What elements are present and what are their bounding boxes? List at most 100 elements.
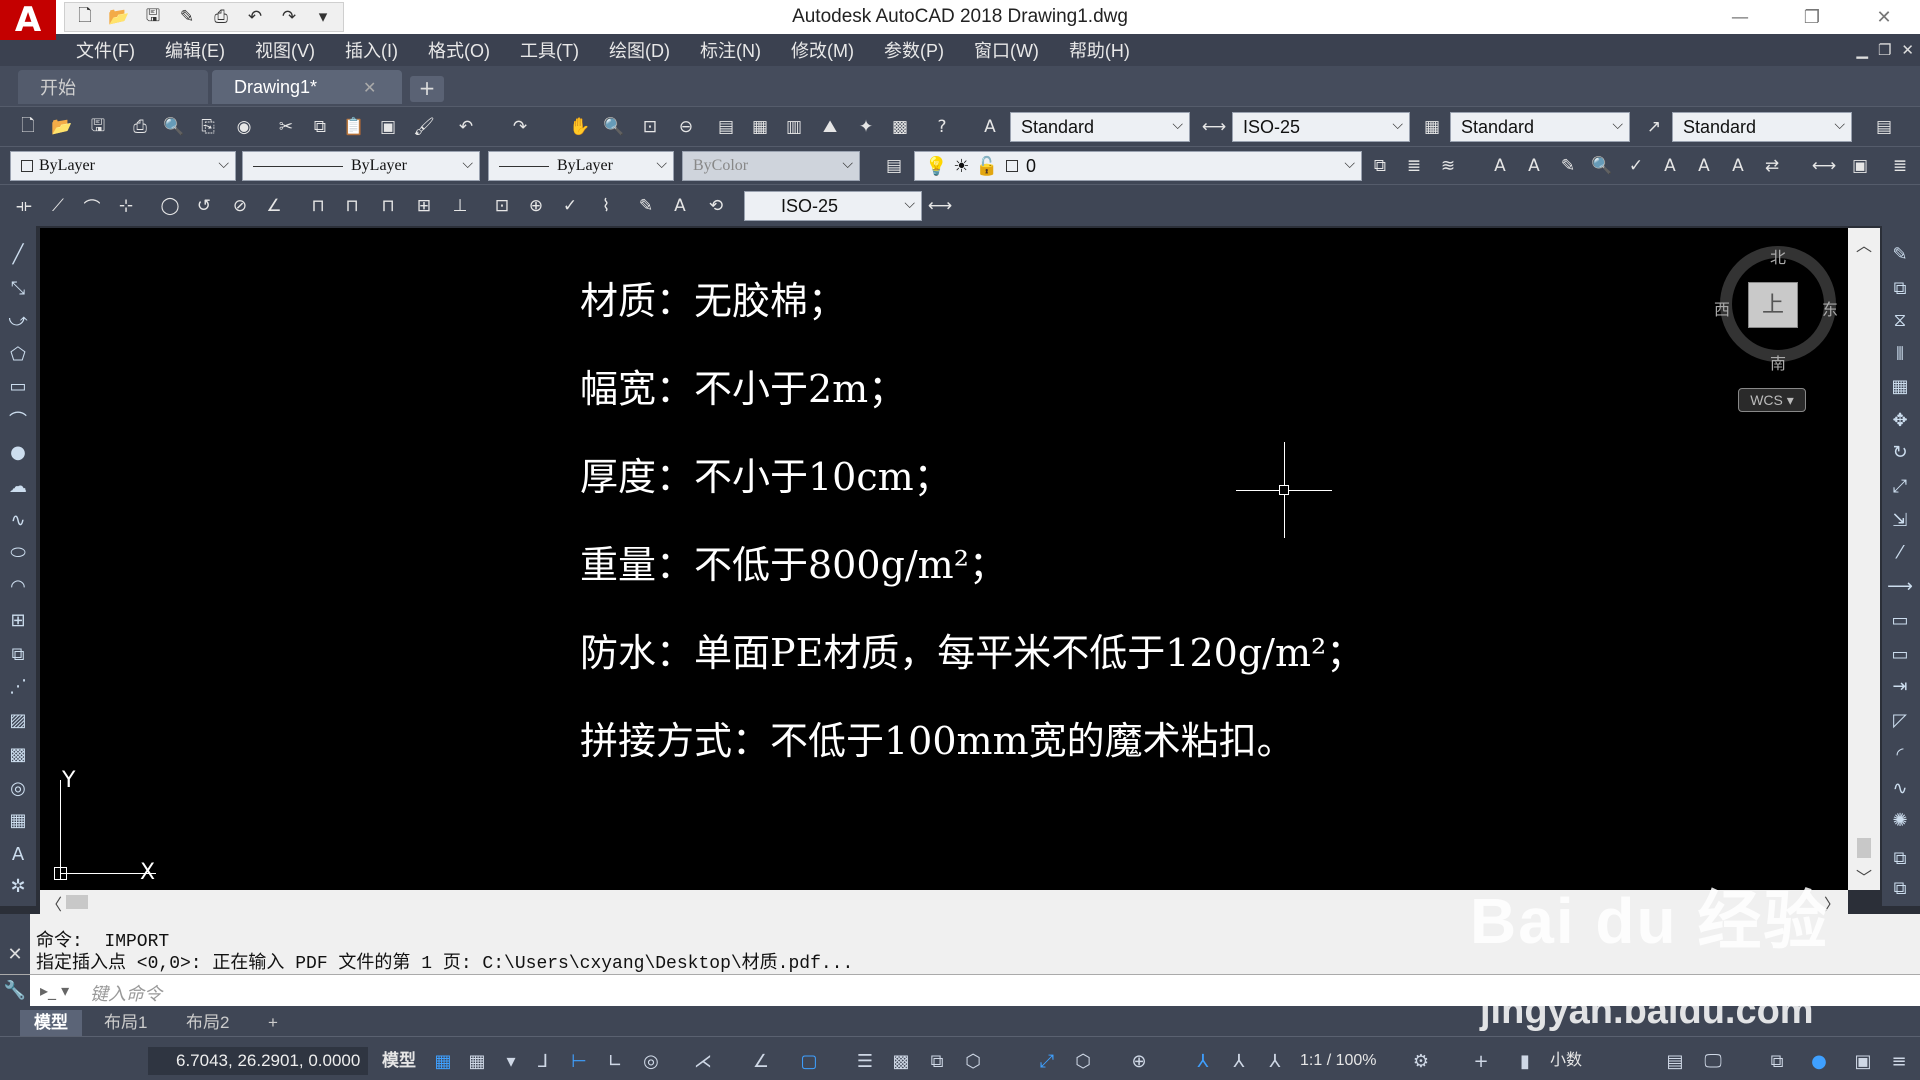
layer-properties-icon[interactable]: ▤: [880, 152, 908, 180]
draw-order-icon[interactable]: ⧉: [1886, 844, 1914, 872]
center-mark-icon[interactable]: ⊕: [522, 192, 550, 220]
pan-icon[interactable]: ✋: [566, 113, 594, 141]
new-tab-button[interactable]: +: [410, 76, 444, 102]
tool-palettes-icon[interactable]: ▥: [780, 113, 808, 141]
radius-dim-icon[interactable]: ◯: [156, 192, 184, 220]
lineweight-icon[interactable]: ☰: [852, 1049, 878, 1075]
close-command-line-icon[interactable]: ✕: [0, 914, 30, 974]
object-snap-tracking-icon[interactable]: ∠: [748, 1049, 774, 1075]
dim-edit-icon[interactable]: ✎: [632, 192, 660, 220]
table-style-select[interactable]: Standard ⌵: [1450, 112, 1630, 142]
text-icon[interactable]: A: [1486, 152, 1514, 180]
mirror-icon[interactable]: ⧖: [1886, 306, 1914, 334]
drawing-text-line[interactable]: 厚度：不小于10cm；: [580, 446, 952, 501]
diameter-dim-icon[interactable]: ⊘: [226, 192, 254, 220]
spell-check-icon[interactable]: ✓: [1622, 152, 1650, 180]
block-icon[interactable]: ▣: [1846, 152, 1874, 180]
design-center-icon[interactable]: ▦: [746, 113, 774, 141]
ellipse-arc-icon[interactable]: ◠: [4, 572, 32, 600]
menu-edit[interactable]: 编辑(E): [165, 37, 225, 63]
cut-icon[interactable]: ✂: [272, 113, 300, 141]
hardware-acceleration-icon[interactable]: ●: [1806, 1049, 1832, 1075]
vertical-scrollbar[interactable]: ︿ ﹀: [1848, 228, 1880, 890]
menu-view[interactable]: 视图(V): [255, 37, 315, 63]
continue-dim-icon[interactable]: ⊓: [374, 192, 402, 220]
scroll-down-icon[interactable]: ﹀: [1856, 864, 1872, 888]
doc-restore-icon[interactable]: ❐: [1878, 41, 1891, 59]
viewcube-top-face[interactable]: 上: [1748, 282, 1798, 328]
drawing-text-line[interactable]: 重量：不低于800g/m²；: [580, 534, 1007, 589]
scale-text-icon[interactable]: A: [1690, 152, 1718, 180]
jogged-linear-icon[interactable]: ⌇: [592, 192, 620, 220]
gizmo-icon[interactable]: ⊕: [1126, 1049, 1152, 1075]
dynamic-input-icon[interactable]: ⊢: [566, 1049, 592, 1075]
menu-dimension[interactable]: 标注(N): [700, 37, 761, 63]
menu-format[interactable]: 格式(O): [428, 37, 490, 63]
table-style-icon[interactable]: ▦: [1418, 113, 1446, 141]
inspection-icon[interactable]: ✓: [556, 192, 584, 220]
add-selected-icon[interactable]: ✲: [4, 872, 32, 900]
layer-tools-icon[interactable]: ≣: [1886, 152, 1914, 180]
erase-icon[interactable]: ✎: [1886, 240, 1914, 268]
menu-file[interactable]: 文件(F): [76, 37, 135, 63]
save-icon[interactable]: 🖫: [84, 113, 112, 141]
selection-filter-icon[interactable]: ⬡: [1070, 1049, 1096, 1075]
paste-block-icon[interactable]: ▣: [374, 113, 402, 141]
menu-draw[interactable]: 绘图(D): [609, 37, 670, 63]
gradient-icon[interactable]: ▩: [4, 740, 32, 768]
dim-style-icon[interactable]: ⟷: [1200, 113, 1228, 141]
mtext-icon[interactable]: A: [4, 840, 32, 868]
ortho-icon[interactable]: ∟: [602, 1049, 628, 1075]
multileader-style-icon[interactable]: ↗: [1640, 113, 1668, 141]
text-style-edit-icon[interactable]: A: [1656, 152, 1684, 180]
hatch-icon[interactable]: ▨: [4, 706, 32, 734]
help-icon[interactable]: ?: [928, 113, 956, 141]
table-icon[interactable]: ▦: [4, 806, 32, 834]
menu-tools[interactable]: 工具(T): [520, 37, 579, 63]
drawing-text-line[interactable]: 材质：无胶棉；: [580, 270, 846, 325]
region-icon[interactable]: ◎: [4, 774, 32, 802]
text-style-icon[interactable]: A: [976, 113, 1004, 141]
dim-update-icon[interactable]: ⟲: [702, 192, 730, 220]
compass-west-label[interactable]: 西: [1714, 296, 1730, 320]
dim-break-icon[interactable]: ⊥: [446, 192, 474, 220]
tab-close-icon[interactable]: ✕: [363, 78, 376, 97]
make-block-icon[interactable]: ⧉: [4, 640, 32, 668]
break-at-point-icon[interactable]: ▭: [1886, 606, 1914, 634]
annotation-monitor-icon[interactable]: +: [1468, 1049, 1494, 1075]
measure-icon[interactable]: ⟷: [1810, 152, 1838, 180]
isodraft-icon[interactable]: ⋌: [690, 1049, 716, 1075]
arc-icon[interactable]: ⌒: [4, 406, 32, 434]
redo-icon[interactable]: ↷: [506, 113, 534, 141]
new-icon[interactable]: 🗋: [14, 113, 42, 141]
dim-space-icon[interactable]: ⊞: [410, 192, 438, 220]
dim-style-select[interactable]: ISO-25 ⌵: [1232, 112, 1410, 142]
compass-east-label[interactable]: 东: [1822, 296, 1838, 320]
color-select[interactable]: ByLayer ⌵: [10, 151, 236, 181]
grid-icon[interactable]: ▦: [430, 1049, 456, 1075]
tab-model[interactable]: 模型: [20, 1010, 82, 1036]
coordinates-readout[interactable]: 6.7043, 26.2901, 0.0000: [148, 1047, 368, 1075]
tab-layout1[interactable]: 布局1: [90, 1010, 161, 1036]
dim-style-manager-icon[interactable]: ⟷: [926, 192, 954, 220]
lock-ui-icon[interactable]: 🖵: [1700, 1049, 1726, 1075]
blend-curves-icon[interactable]: ∿: [1886, 774, 1914, 802]
zoom-window-icon[interactable]: ⊡: [636, 113, 664, 141]
annotation-scale-icon[interactable]: ⅄: [1262, 1049, 1288, 1075]
workspace-icon[interactable]: ▤: [1870, 113, 1898, 141]
move-icon[interactable]: ✥: [1886, 406, 1914, 434]
publish-icon[interactable]: ⎘: [194, 113, 222, 141]
tab-drawing1[interactable]: Drawing1* ✕: [212, 70, 402, 104]
model-space-button[interactable]: 模型: [382, 1047, 416, 1075]
copy-object-icon[interactable]: ⧉: [1886, 274, 1914, 302]
plot-icon[interactable]: ⎙: [126, 113, 154, 141]
open-icon[interactable]: 📂: [48, 113, 76, 141]
sheet-set-icon[interactable]: ⛰: [816, 113, 844, 141]
properties-icon[interactable]: ▤: [712, 113, 740, 141]
convert-space-icon[interactable]: ⇄: [1758, 152, 1786, 180]
explode-icon[interactable]: ✺: [1886, 806, 1914, 834]
zoom-realtime-icon[interactable]: 🔍: [600, 113, 628, 141]
polar-tracking-icon[interactable]: ◎: [638, 1049, 664, 1075]
workspace-gear-icon[interactable]: ⚙: [1408, 1049, 1434, 1075]
construction-line-icon[interactable]: ⤡: [4, 274, 32, 302]
